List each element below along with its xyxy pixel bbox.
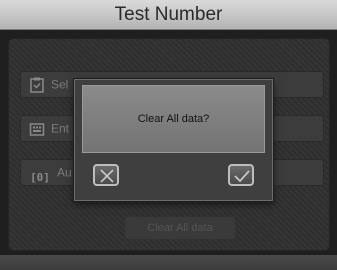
dialog-message: Clear All data? bbox=[82, 85, 265, 153]
menu-item-label: Au bbox=[57, 165, 72, 180]
clear-all-button[interactable]: Clear All data bbox=[125, 217, 235, 239]
menu-item-label: Ent bbox=[51, 121, 70, 136]
confirm-dialog: Clear All data? bbox=[74, 79, 273, 201]
menu-item-label: Sel bbox=[51, 77, 69, 92]
clipboard-icon bbox=[29, 77, 45, 93]
close-icon bbox=[100, 169, 114, 183]
keypad-icon bbox=[29, 121, 45, 137]
bottom-bar bbox=[0, 255, 337, 270]
page-title: Test Number bbox=[114, 4, 223, 25]
confirm-button[interactable] bbox=[228, 164, 254, 186]
zero-code-icon: [0] bbox=[30, 170, 50, 184]
title-bar: Test Number bbox=[0, 0, 337, 30]
check-icon bbox=[234, 170, 250, 183]
cancel-button[interactable] bbox=[93, 164, 119, 186]
